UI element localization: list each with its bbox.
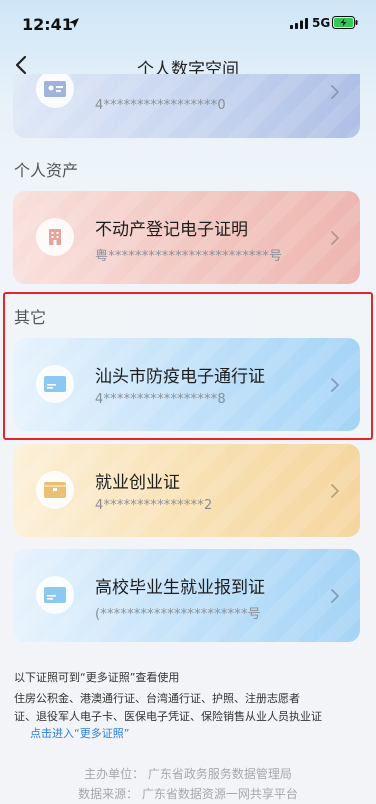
card-number: 4***************2: [95, 498, 213, 513]
location-arrow-icon: [69, 18, 79, 28]
chevron-right-icon: [331, 589, 339, 603]
card-employment[interactable]: 就业创业证 4***************2: [13, 444, 360, 537]
data-source-credit: 数据来源： 广东省数据资源一网共享平台: [78, 787, 298, 801]
status-bar: 12:41 5G: [0, 0, 376, 46]
card-icon: [36, 576, 74, 614]
chevron-right-icon: [331, 231, 339, 245]
card-number: 4*****************8: [95, 392, 226, 407]
card-title: 高校毕业生就业报到证: [95, 578, 265, 598]
card-icon: [36, 365, 74, 403]
more-certificates-note: 以下证照可到“更多证照”查看使用: [14, 671, 180, 684]
more-certificates-list-line2: 证、退役军人电子卡、医保电子凭证、保险销售从业人员执业证: [14, 710, 322, 723]
section-label-other: 其它: [14, 308, 47, 327]
card-number: 粤************************号: [95, 249, 283, 264]
card-number: (**********************号: [95, 607, 261, 622]
organizer-credit: 主办单位： 广东省政务服务数据管理局: [84, 767, 292, 781]
card-title: 就业创业证: [95, 473, 180, 493]
more-certificates-list-line1: 住房公积金、港澳通行证、台湾通行证、护照、注册志愿者: [14, 692, 300, 705]
status-time: 12:41: [22, 15, 73, 34]
signal-icon: [290, 18, 308, 29]
chevron-right-icon: [331, 85, 339, 99]
card-property-certificate[interactable]: 不动产登记电子证明 粤************************号: [13, 191, 360, 284]
chevron-right-icon: [331, 378, 339, 392]
network-type: 5G: [312, 16, 331, 30]
card-title: 汕头市防疫电子通行证: [95, 367, 265, 387]
chevron-right-icon: [331, 484, 339, 498]
battery-charging-icon: [332, 16, 358, 29]
id-card-partial[interactable]: 4*****************0: [13, 74, 360, 138]
card-graduate-registration[interactable]: 高校毕业生就业报到证 (**********************号: [13, 549, 360, 642]
card-title: 不动产登记电子证明: [95, 220, 248, 240]
building-icon: [36, 218, 74, 256]
more-certificates-link[interactable]: 点击进入“更多证照”: [30, 725, 129, 741]
section-label-assets: 个人资产: [14, 161, 79, 180]
wallet-icon: [36, 471, 74, 509]
card-number: 4*****************0: [95, 98, 226, 113]
card-epidemic-pass[interactable]: 汕头市防疫电子通行证 4*****************8: [13, 338, 360, 431]
